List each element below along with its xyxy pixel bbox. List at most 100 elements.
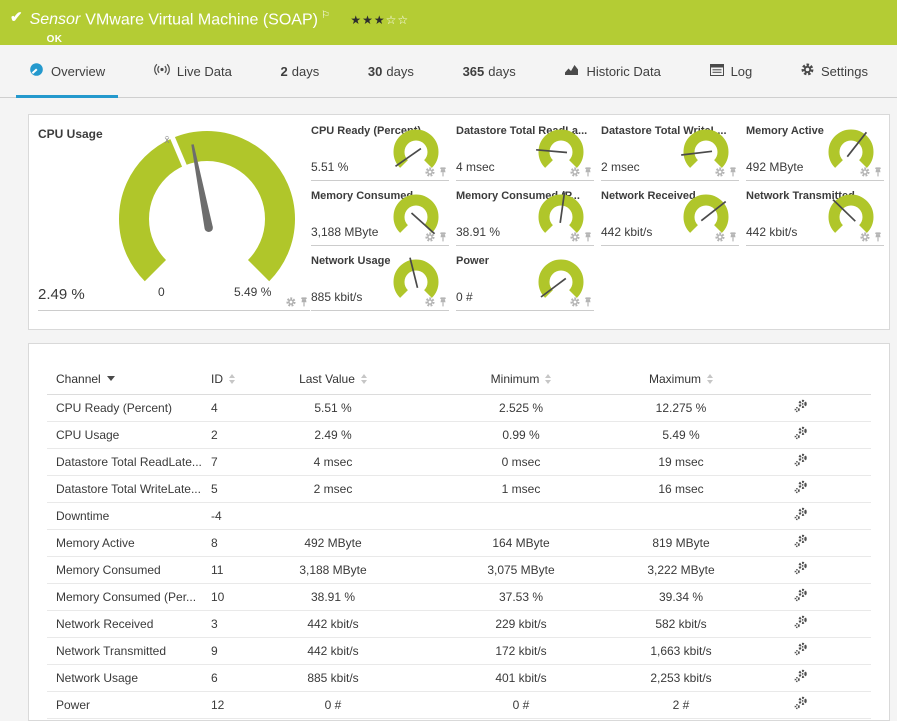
channel-settings-button[interactable] xyxy=(794,642,808,656)
column-header-maximum[interactable]: Maximum xyxy=(647,364,759,395)
gauge-tile-network-usage: Network Usage 885 kbit/s xyxy=(311,253,449,311)
tab-days[interactable]: 30 days xyxy=(355,45,427,97)
tab-live-data[interactable]: Live Data xyxy=(141,45,245,97)
sensor-title: VMware Virtual Machine (SOAP) xyxy=(85,11,318,29)
tab-days[interactable]: 365 days xyxy=(450,45,529,97)
channel-minimum: 401 kbit/s xyxy=(395,664,647,692)
gauge-pin-button[interactable] xyxy=(439,297,447,307)
channel-minimum: 172 kbit/s xyxy=(395,637,647,665)
gauge-pin-button[interactable] xyxy=(584,232,592,242)
sensor-title-block: Sensor VMware Virtual Machine (SOAP) ⚐ ★★★… xyxy=(30,6,410,45)
sort-both-icon xyxy=(229,373,235,384)
gauge-tile-memory-consumed: Memory Consumed 3,188 MByte xyxy=(311,188,449,246)
gauge-tile-icons xyxy=(425,232,447,242)
gauge-pin-button[interactable] xyxy=(300,297,308,307)
channel-last-value: 442 kbit/s xyxy=(271,637,395,665)
stars-filled: ★★★ xyxy=(350,13,386,28)
gauge-pin-button[interactable] xyxy=(874,232,882,242)
channel-maximum: 2,253 kbit/s xyxy=(647,664,759,692)
channel-name: Memory Consumed (Per... xyxy=(47,583,211,611)
gauge-pin-button[interactable] xyxy=(439,167,447,177)
channel-name: Network Usage xyxy=(47,664,211,692)
channel-minimum: 0.99 % xyxy=(395,421,647,449)
gauge-last-value: 2 msec xyxy=(601,160,640,174)
tab-label: Overview xyxy=(51,63,106,79)
gauge-settings-button[interactable] xyxy=(425,167,435,177)
channel-minimum: 3,075 MByte xyxy=(395,556,647,584)
channel-maximum: 12.275 % xyxy=(647,394,759,422)
channel-settings-button[interactable] xyxy=(794,534,808,548)
tab-historic-data[interactable]: Historic Data xyxy=(551,45,673,97)
channel-settings-button[interactable] xyxy=(794,669,808,683)
tab-settings[interactable]: Settings xyxy=(788,45,881,97)
channel-settings-button[interactable] xyxy=(794,588,808,602)
gauge-pin-button[interactable] xyxy=(584,297,592,307)
gauge-settings-button[interactable] xyxy=(286,297,296,307)
channel-maximum xyxy=(647,502,759,530)
sensor-kind-label: Sensor xyxy=(29,11,81,29)
gauge-settings-button[interactable] xyxy=(570,232,580,242)
channel-maximum: 19 msec xyxy=(647,448,759,476)
gauge-last-value: 492 MByte xyxy=(746,160,804,174)
channel-settings-button[interactable] xyxy=(794,480,808,494)
column-header-minimum[interactable]: Minimum xyxy=(395,364,647,395)
table-row: Datastore Total ReadLate... 7 4 msec 0 m… xyxy=(47,448,871,476)
gauge-pin-button[interactable] xyxy=(439,232,447,242)
channel-settings-button[interactable] xyxy=(794,561,808,575)
channel-settings-button[interactable] xyxy=(794,399,808,413)
column-header-channel[interactable]: Channel xyxy=(47,364,211,395)
gauge-pin-button[interactable] xyxy=(874,167,882,177)
channel-minimum: 229 kbit/s xyxy=(395,610,647,638)
table-row: Memory Active 8 492 MByte 164 MByte 819 … xyxy=(47,529,871,557)
column-header-last-value[interactable]: Last Value xyxy=(271,364,395,395)
channel-maximum: 3,222 MByte xyxy=(647,556,759,584)
channel-minimum: 164 MByte xyxy=(395,529,647,557)
channel-maximum: 39.34 % xyxy=(647,583,759,611)
gauge-settings-button[interactable] xyxy=(425,232,435,242)
gauge-pin-button[interactable] xyxy=(729,167,737,177)
channel-last-value: 442 kbit/s xyxy=(271,610,395,638)
gauge-settings-button[interactable] xyxy=(570,167,580,177)
channel-maximum: 16 msec xyxy=(647,475,759,503)
channel-id: 9 xyxy=(211,637,271,665)
gauge-last-value: 0 # xyxy=(456,290,473,304)
channel-id: 4 xyxy=(211,394,271,422)
channel-settings-button[interactable] xyxy=(794,426,808,440)
channel-settings-button[interactable] xyxy=(794,696,808,710)
column-header-id[interactable]: ID xyxy=(211,364,271,395)
table-row: Power 12 0 # 0 # 2 # xyxy=(47,691,871,719)
gauge-tile-network-received: Network Received 442 kbit/s xyxy=(601,188,739,246)
channel-id: 7 xyxy=(211,448,271,476)
channel-id: 11 xyxy=(211,556,271,584)
channel-minimum: 0 # xyxy=(395,691,647,719)
gauge-settings-button[interactable] xyxy=(570,297,580,307)
gauge-pin-button[interactable] xyxy=(584,167,592,177)
tab-label: days xyxy=(386,63,414,79)
gauge-tile-icons xyxy=(425,167,447,177)
channel-id: 2 xyxy=(211,421,271,449)
channel-maximum: 2 # xyxy=(647,691,759,719)
gauge-last-value: 885 kbit/s xyxy=(311,290,363,304)
gauge-settings-button[interactable] xyxy=(860,232,870,242)
channel-settings-button[interactable] xyxy=(794,507,808,521)
tab-overview[interactable]: Overview xyxy=(16,45,119,98)
tab-days[interactable]: 2 days xyxy=(268,45,333,97)
priority-stars[interactable]: ★★★☆☆ xyxy=(350,13,409,27)
gauge-settings-button[interactable] xyxy=(715,167,725,177)
gauge-settings-button[interactable] xyxy=(860,167,870,177)
gauge-pin-button[interactable] xyxy=(729,232,737,242)
channel-last-value: 0 # xyxy=(271,691,395,719)
gauge-settings-button[interactable] xyxy=(425,297,435,307)
tab-label: days xyxy=(291,63,320,79)
flag-icon: ⚐ xyxy=(320,10,330,21)
channels-table: Channel ID Last Value Minimum Maximum CP… xyxy=(47,364,871,719)
channel-id: 12 xyxy=(211,691,271,719)
gauge-last-value: 4 msec xyxy=(456,160,495,174)
channel-settings-button[interactable] xyxy=(794,453,808,467)
channel-settings-button[interactable] xyxy=(794,615,808,629)
gauge-settings-button[interactable] xyxy=(715,232,725,242)
gauge-tile-memory-active: Memory Active 492 MByte xyxy=(746,123,884,181)
sort-both-icon xyxy=(360,373,367,384)
tab-log[interactable]: Log xyxy=(697,45,766,97)
table-row: Memory Consumed (Per... 10 38.91 % 37.53… xyxy=(47,583,871,611)
